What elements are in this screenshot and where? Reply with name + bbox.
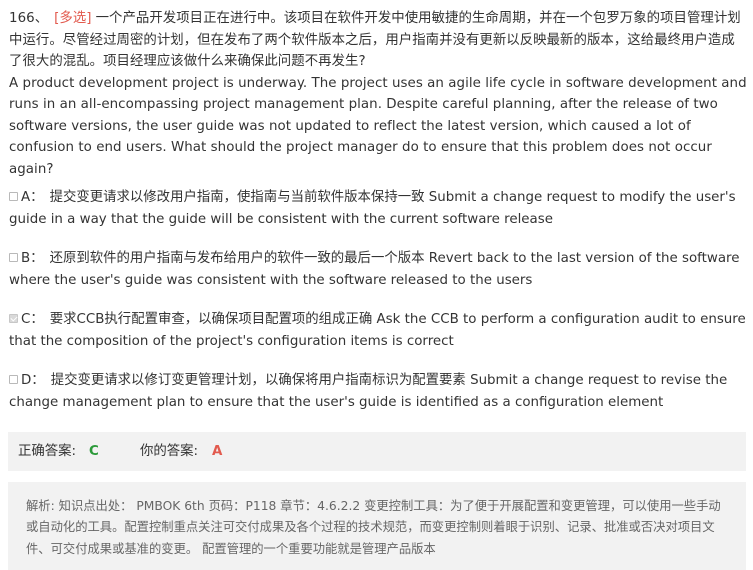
option-b-letter: B： xyxy=(21,251,44,266)
option-b[interactable]: B： 还原到软件的用户指南与发布给用户的软件一致的最后一个版本 Revert ba… xyxy=(9,248,747,292)
option-d[interactable]: D： 提交变更请求以修订变更管理计划，以确保将用户指南标识为配置要素 Submit… xyxy=(9,370,747,414)
correct-answer-label: 正确答案: xyxy=(18,444,77,459)
option-a-checkbox[interactable] xyxy=(9,192,18,201)
option-a[interactable]: A： 提交变更请求以修改用户指南，使指南与当前软件版本保持一致 Submit a … xyxy=(9,187,747,231)
question-page: 166、 [多选] 一个产品开发项目正在进行中。该项目在软件开发中使用敏捷的生命周期… xyxy=(0,0,753,570)
analysis-panel: 解析: 知识点出处： PMBOK 6th 页码：P118 章节：4.6.2.2 … xyxy=(8,482,746,570)
correct-answer-value: C xyxy=(89,444,99,459)
question-text-cn: 一个产品开发项目正在进行中。该项目在软件开发中使用敏捷的生命周期，并在一个包罗万… xyxy=(9,11,741,69)
option-b-checkbox[interactable] xyxy=(9,253,18,262)
option-a-text: 提交变更请求以修改用户指南，使指南与当前软件版本保持一致 Submit a ch… xyxy=(9,190,736,227)
option-d-text: 提交变更请求以修订变更管理计划，以确保将用户指南标识为配置要素 Submit a… xyxy=(9,373,728,410)
option-b-text: 还原到软件的用户指南与发布给用户的软件一致的最后一个版本 Revert back… xyxy=(9,251,740,288)
question-type-tag: [多选] xyxy=(54,11,92,26)
option-d-checkbox[interactable] xyxy=(9,375,18,384)
option-a-letter: A： xyxy=(21,190,44,205)
option-c-letter: C： xyxy=(21,312,44,327)
analysis-text: 解析: 知识点出处： PMBOK 6th 页码：P118 章节：4.6.2.2 … xyxy=(26,499,721,556)
option-c-text: 要求CCB执行配置审查，以确保项目配置项的组成正确 Ask the CCB to… xyxy=(9,312,746,349)
question-text-en: A product development project is underwa… xyxy=(9,75,747,177)
question-block: 166、 [多选] 一个产品开发项目正在进行中。该项目在软件开发中使用敏捷的生命周期… xyxy=(9,8,747,180)
option-c[interactable]: C： 要求CCB执行配置审查，以确保项目配置项的组成正确 Ask the CCB … xyxy=(9,309,747,353)
option-c-checkbox[interactable] xyxy=(9,314,18,323)
your-answer-label: 你的答案: xyxy=(140,444,199,459)
your-answer-value: A xyxy=(212,444,223,459)
answer-bar: 正确答案: C 你的答案: A xyxy=(8,432,746,471)
option-d-letter: D： xyxy=(21,373,45,388)
question-number: 166、 xyxy=(9,11,49,26)
